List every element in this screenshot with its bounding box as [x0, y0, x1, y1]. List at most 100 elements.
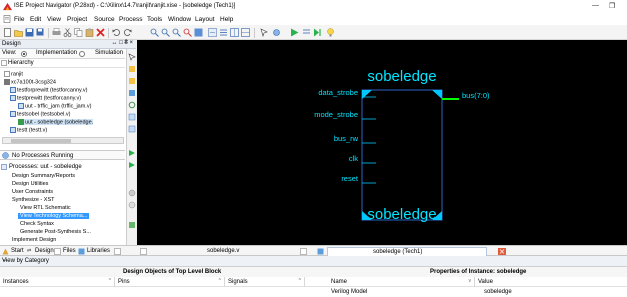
schematic-canvas[interactable]: sobeledge sobeledge data_strobe mode_stro… — [137, 40, 627, 245]
menu-view[interactable]: View — [47, 16, 61, 23]
doc-tab-source[interactable]: sobeledge.v — [207, 248, 239, 254]
refresh-icon[interactable] — [128, 101, 136, 109]
hierarchy-item-testforprewitt[interactable]: testforprewitt (testforcanny.v) — [10, 87, 88, 93]
close-panel-icon[interactable] — [114, 248, 121, 255]
properties-row[interactable]: Verilog Model sobeledge — [0, 287, 627, 297]
implementation-option-label[interactable]: Implementation — [36, 50, 77, 56]
tab-design[interactable]: Design — [35, 248, 54, 254]
process-design-utilities[interactable]: Design Utilities — [12, 181, 48, 187]
zoom-in-icon[interactable] — [150, 28, 159, 37]
grid-view-icon[interactable] — [230, 28, 239, 37]
expand-arrows-icon[interactable]: ↔ — [2, 257, 624, 263]
run-icon[interactable] — [290, 28, 299, 37]
add-source-icon[interactable] — [128, 65, 136, 73]
toolbar-separator — [108, 28, 109, 38]
close-doc-icon[interactable] — [498, 248, 506, 255]
properties-tool-icon[interactable] — [272, 28, 281, 37]
scrollbar-thumb[interactable] — [11, 139, 71, 143]
simulation-radio[interactable] — [79, 51, 85, 57]
column-pins[interactable]: Pins ^ — [115, 277, 225, 287]
pointer-tool-icon[interactable] — [128, 53, 136, 61]
process-status-bar: No Processes Running — [0, 150, 125, 160]
save-all-icon[interactable] — [36, 28, 45, 37]
verilog-file-icon — [10, 127, 16, 133]
run-process-icon[interactable] — [128, 149, 136, 157]
process-generate-post-synthesis[interactable]: Generate Post-Synthesis S... — [20, 229, 91, 235]
cut-icon[interactable] — [63, 28, 72, 37]
rerun-process-icon[interactable] — [128, 161, 136, 169]
stop-process-icon[interactable] — [128, 189, 136, 197]
process-properties-icon[interactable] — [128, 201, 136, 209]
source-properties-icon[interactable] — [128, 89, 136, 97]
menu-layout[interactable]: Layout — [195, 16, 215, 23]
list-view-icon[interactable] — [219, 28, 228, 37]
process-view-technology-schematic[interactable]: View Technology Schema... — [18, 213, 90, 219]
paste-icon[interactable] — [85, 28, 94, 37]
redo-icon[interactable] — [123, 28, 132, 37]
run-list-icon[interactable] — [302, 28, 311, 37]
tab-start[interactable]: Start — [11, 248, 24, 254]
tab-libraries[interactable]: Libraries — [87, 248, 110, 254]
menu-source[interactable]: Source — [94, 16, 115, 23]
expand-all-icon[interactable] — [128, 113, 136, 121]
undo-icon[interactable] — [112, 28, 121, 37]
zoom-area-icon[interactable] — [183, 28, 192, 37]
hierarchy-item-testprewitt[interactable]: testprewitt (testforcanny.v) — [10, 95, 81, 101]
hierarchy-item-sobeledge[interactable]: uut - sobeledge (sobeledge. — [18, 119, 94, 126]
verilog-file-icon — [10, 95, 16, 101]
copy-icon[interactable] — [74, 28, 83, 37]
hierarchy-item-testsobel[interactable]: testsobel (testsobel.v) — [10, 111, 71, 117]
pointer-tool-icon[interactable] — [260, 28, 269, 37]
menu-help[interactable]: Help — [220, 16, 233, 23]
hierarchy-item-device[interactable]: xc7a100t-3csg324 — [4, 79, 56, 85]
process-options-icon[interactable] — [128, 221, 136, 229]
menu-edit[interactable]: Edit — [30, 16, 41, 23]
close-tab-icon[interactable] — [300, 248, 307, 255]
collapse-all-icon[interactable] — [128, 125, 136, 133]
table-view-icon[interactable] — [241, 28, 250, 37]
zoom-out-icon[interactable] — [161, 28, 170, 37]
process-user-constraints[interactable]: User Constraints — [12, 189, 53, 195]
menu-process[interactable]: Process — [119, 16, 142, 23]
delete-icon[interactable] — [96, 28, 105, 37]
process-implement-design[interactable]: Implement Design — [12, 237, 56, 243]
menu-project[interactable]: Project — [67, 16, 87, 23]
process-check-syntax[interactable]: Check Syntax — [20, 221, 54, 227]
help-bulb-icon[interactable] — [326, 28, 335, 37]
new-file-icon[interactable] — [3, 28, 12, 37]
minimize-button[interactable]: — — [592, 2, 599, 9]
menu-window[interactable]: Window — [168, 16, 191, 23]
process-view-rtl-schematic[interactable]: View RTL Schematic — [20, 205, 71, 211]
tab-files[interactable]: Files — [63, 248, 76, 254]
highlight-icon[interactable] — [194, 28, 203, 37]
schematic-svg: sobeledge sobeledge data_strobe mode_stro… — [314, 68, 490, 223]
module-block-outline[interactable] — [361, 89, 443, 221]
new-source-icon[interactable] — [128, 77, 136, 85]
column-name[interactable]: Name v — [305, 277, 475, 287]
process-design-summary[interactable]: Design Summary/Reports — [12, 173, 75, 179]
print-icon[interactable] — [52, 28, 61, 37]
open-folder-icon[interactable] — [14, 28, 23, 37]
process-synthesize[interactable]: Synthesize - XST — [12, 197, 55, 203]
hierarchy-horizontal-scrollbar[interactable] — [2, 137, 124, 144]
chip-icon — [4, 79, 10, 85]
doc-tab-schematic[interactable]: sobeledge (Tech1) — [327, 247, 487, 256]
hierarchy-item-project[interactable]: ranjit — [4, 71, 23, 77]
zoom-fit-icon[interactable] — [172, 28, 181, 37]
property-name: Verilog Model — [331, 289, 368, 295]
schematic-view-icon[interactable] — [208, 28, 217, 37]
simulation-option-label[interactable]: Simulation — [95, 50, 123, 56]
menu-file[interactable]: File — [14, 16, 24, 23]
save-icon[interactable] — [25, 28, 34, 37]
hierarchy-item-trffic-jam[interactable]: uut - trffic_jam (trffic_jam.v) — [18, 103, 91, 109]
implementation-radio[interactable] — [21, 51, 27, 57]
document-icon[interactable] — [3, 15, 11, 23]
rerun-icon[interactable] — [313, 28, 322, 37]
column-signals[interactable]: Signals ^ — [225, 277, 305, 287]
panel-controls[interactable]: ↔ □ ₴ × — [112, 40, 133, 46]
column-value[interactable]: Value — [475, 277, 627, 287]
restore-button[interactable]: ❐ — [609, 2, 615, 10]
column-instances[interactable]: Instances ^ — [0, 277, 115, 287]
hierarchy-item-testt[interactable]: testt (testt.v) — [10, 127, 47, 133]
menu-tools[interactable]: Tools — [147, 16, 162, 23]
